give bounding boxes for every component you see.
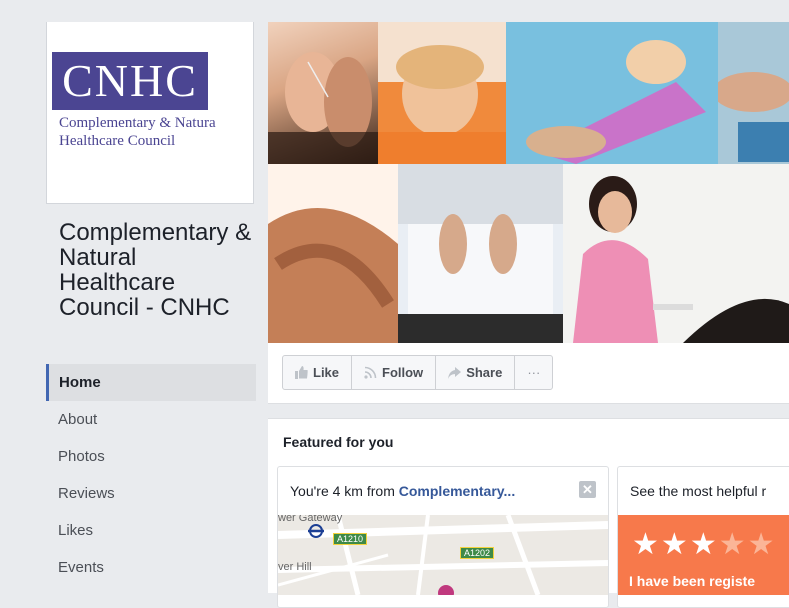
share-label: Share [466, 365, 503, 380]
road-sign-a1202: A1202 [460, 547, 495, 559]
reviews-card[interactable]: See the most helpful r ★★★★★ I have been… [617, 466, 789, 608]
distance-text: You're 4 km from [290, 483, 399, 499]
nav-item-events[interactable]: Events [46, 549, 256, 586]
star-icon-filled: ★ [660, 528, 690, 561]
relaxing-woman-image [506, 22, 718, 164]
review-snippet: I have been registe [629, 573, 756, 589]
nav-item-likes[interactable]: Likes [46, 512, 256, 549]
like-button[interactable]: Like [283, 356, 353, 389]
logo-subtitle-line1: Complementary & Natura [59, 115, 216, 131]
close-icon[interactable]: ✕ [579, 481, 596, 498]
featured-title: Featured for you [283, 434, 394, 450]
nav-item-home[interactable]: Home [46, 364, 256, 401]
logo-subtitle: Complementary & Natura Healthcare Counci… [59, 114, 253, 150]
more-options-label: ··· [527, 365, 541, 380]
back-treatment-image [398, 164, 563, 343]
share-button[interactable]: Share [436, 356, 516, 389]
featured-section: Featured for you You're 4 km from Comple… [268, 418, 789, 608]
rss-icon [364, 366, 377, 379]
page-action-bar: Like Follow Share ··· [268, 343, 789, 404]
page-title[interactable]: Complementary & Natural Healthcare Counc… [59, 220, 259, 320]
road-sign-a1210: A1210 [333, 533, 368, 545]
map-label-hill: ver Hill [278, 561, 312, 573]
follow-label: Follow [382, 365, 424, 380]
star-icon-empty: ★ [747, 528, 777, 561]
cover-tile-stretch [718, 22, 789, 164]
cover-photo[interactable] [268, 22, 789, 343]
logo-text: CNHC [62, 55, 198, 106]
map-label-gateway: wer Gateway [278, 515, 343, 524]
nav-item-photos[interactable]: Photos [46, 438, 256, 475]
cover-tile-consultation [563, 164, 789, 343]
consultation-image [573, 176, 789, 343]
location-card-heading: You're 4 km from Complementary... [278, 467, 608, 515]
cover-tile-back-treatment [398, 164, 563, 343]
star-icon-filled: ★ [689, 528, 719, 561]
nav-item-reviews[interactable]: Reviews [46, 475, 256, 512]
thumbs-up-icon [295, 366, 308, 379]
map-graphic [278, 515, 608, 595]
page-nav: Home About Photos Reviews Likes Events [46, 364, 256, 586]
cnhc-logo: CNHC [52, 52, 208, 110]
star-rating: ★★★★★ [632, 527, 777, 562]
location-card[interactable]: You're 4 km from Complementary... ✕ wer … [277, 466, 609, 608]
hand-massage-image [268, 164, 398, 343]
star-icon-empty: ★ [718, 528, 748, 561]
share-arrow-icon [448, 366, 462, 379]
logo-subtitle-line2: Healthcare Council [59, 133, 176, 149]
head-massage-image [378, 22, 506, 164]
follow-button[interactable]: Follow [352, 356, 437, 389]
star-icon-filled: ★ [632, 528, 661, 561]
more-options-button[interactable]: ··· [515, 356, 552, 389]
acupuncture-image [268, 52, 378, 164]
place-link[interactable]: Complementary... [399, 483, 515, 499]
nav-item-about[interactable]: About [46, 401, 256, 438]
cover-tile-head-massage [378, 22, 506, 164]
stretch-image [718, 72, 789, 162]
like-label: Like [313, 365, 340, 380]
cover-tile-hand-massage [268, 164, 398, 343]
reviews-card-heading: See the most helpful r [630, 483, 767, 499]
action-button-group: Like Follow Share ··· [282, 355, 554, 390]
cover-tile-acupuncture-ear [268, 22, 378, 164]
review-panel[interactable]: ★★★★★ I have been registe [618, 515, 789, 595]
location-map[interactable]: wer Gateway A1210 A1202 ver Hill [278, 515, 608, 595]
profile-picture[interactable]: CNHC Complementary & Natura Healthcare C… [46, 22, 254, 204]
cover-tile-relaxation [506, 22, 718, 164]
